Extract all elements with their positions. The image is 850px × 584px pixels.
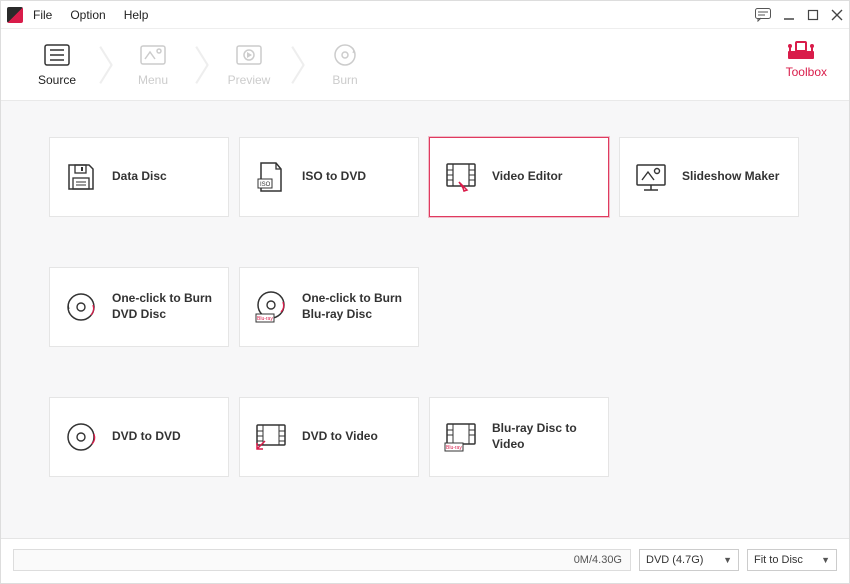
disc-usage-text: 0M/4.30G — [574, 554, 622, 566]
caret-down-icon: ▼ — [723, 555, 732, 565]
card-label: DVD to Video — [302, 429, 378, 445]
step-label: Menu — [138, 73, 168, 87]
step-label: Preview — [228, 73, 271, 87]
feedback-icon[interactable] — [755, 8, 771, 22]
card-label: Slideshow Maker — [682, 169, 779, 185]
chevron-icon — [95, 45, 115, 85]
step-preview[interactable]: Preview — [211, 43, 287, 87]
card-bluray-to-video[interactable]: Blu-ray Blu-ray Disc to Video — [429, 397, 609, 477]
card-dvd-to-video[interactable]: DVD to Video — [239, 397, 419, 477]
svg-text:ISO: ISO — [260, 182, 271, 188]
maximize-icon[interactable] — [807, 9, 819, 21]
title-bar: File Option Help — [1, 1, 849, 29]
preview-icon — [236, 43, 262, 67]
svg-text:Blu-ray: Blu-ray — [257, 316, 273, 322]
step-label: Source — [38, 73, 76, 87]
fit-mode-value: Fit to Disc — [754, 554, 803, 566]
step-source[interactable]: Source — [19, 43, 95, 87]
app-logo-icon — [7, 7, 23, 23]
minimize-icon[interactable] — [783, 9, 795, 21]
card-label: One-click to Burn DVD Disc — [112, 291, 216, 322]
card-label: Data Disc — [112, 169, 167, 185]
toolbox-label: Toolbox — [786, 65, 827, 79]
disc-copy-icon — [64, 420, 98, 454]
toolbox-button[interactable]: Toolbox — [786, 37, 827, 79]
menu-option[interactable]: Option — [70, 8, 105, 22]
card-label: DVD to DVD — [112, 429, 181, 445]
menu-step-icon — [140, 43, 166, 67]
card-label: One-click to Burn Blu-ray Disc — [302, 291, 406, 322]
window-controls — [755, 8, 843, 22]
bottom-bar: 0M/4.30G DVD (4.7G) ▼ Fit to Disc ▼ — [1, 539, 849, 581]
source-icon — [44, 43, 70, 67]
main-area: Data Disc ISO ISO to DVD Video Editor Sl… — [1, 101, 849, 539]
iso-file-icon: ISO — [254, 160, 288, 194]
video-editor-icon — [444, 160, 478, 194]
dvd-to-video-icon — [254, 420, 288, 454]
card-label: Blu-ray Disc to Video — [492, 421, 596, 452]
close-icon[interactable] — [831, 9, 843, 21]
fit-mode-select[interactable]: Fit to Disc ▼ — [747, 549, 837, 571]
menu-file[interactable]: File — [33, 8, 52, 22]
step-menu[interactable]: Menu — [115, 43, 191, 87]
toolbox-icon — [786, 37, 827, 61]
card-dvd-to-dvd[interactable]: DVD to DVD — [49, 397, 229, 477]
card-data-disc[interactable]: Data Disc — [49, 137, 229, 217]
disc-burn-icon — [64, 290, 98, 324]
card-slideshow-maker[interactable]: Slideshow Maker — [619, 137, 799, 217]
disc-type-select[interactable]: DVD (4.7G) ▼ — [639, 549, 739, 571]
svg-text:Blu-ray: Blu-ray — [446, 445, 462, 451]
tool-grid: Data Disc ISO ISO to DVD Video Editor Sl… — [49, 137, 801, 477]
disc-usage-display: 0M/4.30G — [13, 549, 631, 571]
card-label: Video Editor — [492, 169, 562, 185]
card-iso-to-dvd[interactable]: ISO ISO to DVD — [239, 137, 419, 217]
card-oneclick-dvd[interactable]: One-click to Burn DVD Disc — [49, 267, 229, 347]
card-video-editor[interactable]: Video Editor — [429, 137, 609, 217]
disc-type-value: DVD (4.7G) — [646, 554, 703, 566]
floppy-icon — [64, 160, 98, 194]
caret-down-icon: ▼ — [821, 555, 830, 565]
card-oneclick-bluray[interactable]: Blu-ray One-click to Burn Blu-ray Disc — [239, 267, 419, 347]
step-burn[interactable]: Burn — [307, 43, 383, 87]
step-bar: Source Menu Preview Burn Toolbox — [1, 29, 849, 101]
bluray-burn-icon: Blu-ray — [254, 290, 288, 324]
chevron-icon — [287, 45, 307, 85]
menu-help[interactable]: Help — [124, 8, 149, 22]
menu-bar: File Option Help — [33, 8, 148, 22]
chevron-icon — [191, 45, 211, 85]
card-label: ISO to DVD — [302, 169, 366, 185]
bluray-to-video-icon: Blu-ray — [444, 420, 478, 454]
burn-icon — [333, 43, 357, 67]
slideshow-icon — [634, 160, 668, 194]
step-label: Burn — [332, 73, 357, 87]
